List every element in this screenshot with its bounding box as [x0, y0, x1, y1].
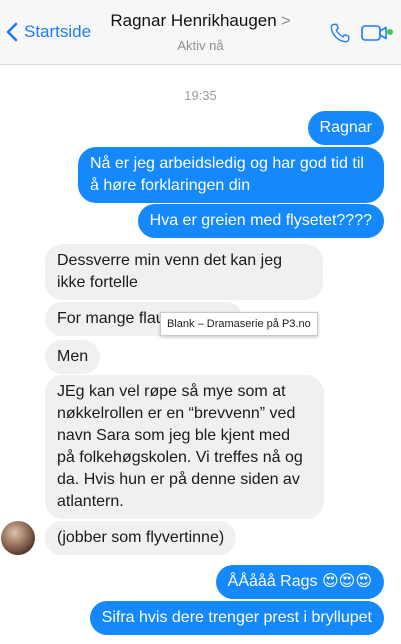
message-bubble-outgoing[interactable]: ÅÅååå Rags 😍😍😍 — [215, 565, 384, 599]
contact-name: Ragnar Henrikhaugen — [110, 11, 277, 30]
link-tooltip: Blank – Dramaserie på P3.no — [160, 312, 318, 336]
message-bubble-incoming[interactable]: (jobber som flyvertinne) — [45, 521, 237, 555]
online-status-dot — [387, 29, 393, 35]
contact-avatar[interactable] — [1, 521, 35, 555]
chat-screen: Startside Ragnar Henrikhaugen > Aktiv nå … — [0, 0, 401, 644]
message-bubble-outgoing[interactable]: Sifra hvis dere trenger prest i bryllupe… — [89, 601, 384, 635]
message-bubble-incoming[interactable]: Dessverre min venn det kan jeg ikke fort… — [45, 244, 323, 300]
message-bubble-incoming[interactable]: JEg kan vel røpe så mye som at nøkkelrol… — [45, 375, 324, 519]
contact-chevron: > — [280, 11, 291, 30]
message-bubble-incoming[interactable]: Men — [45, 340, 101, 374]
message-timestamp: 19:35 — [184, 88, 217, 103]
chat-header: Startside Ragnar Henrikhaugen > Aktiv nå — [0, 0, 401, 65]
message-bubble-outgoing[interactable]: Hva er greien med flysetet???? — [137, 204, 384, 238]
message-bubble-outgoing[interactable]: Nå er jeg arbeidsledig og har god tid ti… — [78, 147, 384, 203]
phone-icon[interactable] — [329, 22, 351, 44]
message-bubble-outgoing[interactable]: Ragnar — [307, 111, 384, 145]
